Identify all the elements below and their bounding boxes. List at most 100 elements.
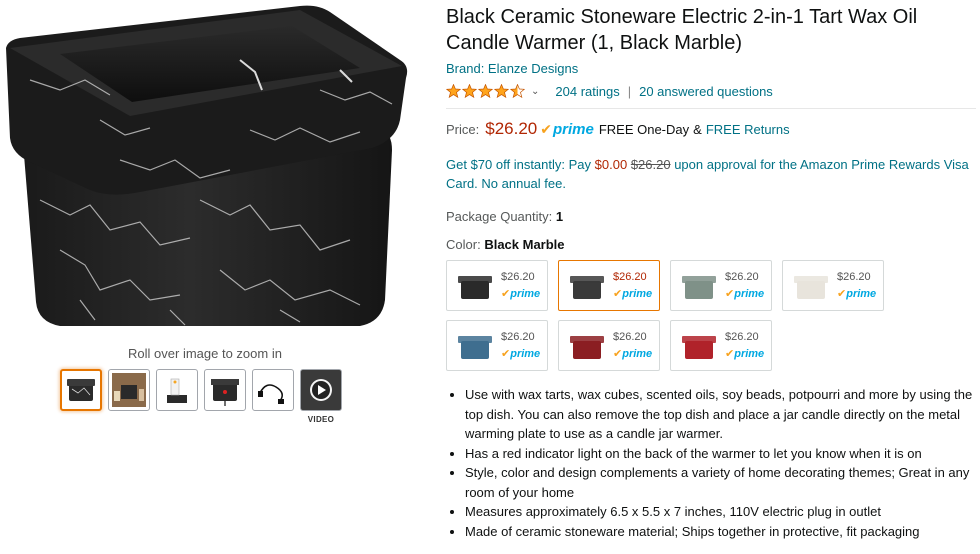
swatch-info: $26.20 ✔prime [725,329,764,363]
swatch-prime-label: prime [510,347,541,360]
package-quantity-value: 1 [555,209,564,224]
prime-check-icon: ✔ [501,287,511,300]
thumbnail-strip: VIDEO [60,369,342,424]
swatch-info: $26.20 ✔prime [501,269,540,303]
color-value: Black Marble [484,237,565,252]
swatch-price: $26.20 [613,270,647,283]
swatch-price: $26.20 [501,270,535,283]
power-cord-icon [258,384,284,404]
ampersand: & [693,122,702,137]
swatch-prime-label: prime [846,287,877,300]
swatch-price: $26.20 [501,330,535,343]
color-swatch[interactable]: $26.20 ✔prime [446,260,548,311]
color-swatch[interactable]: $26.20 ✔prime [670,260,772,311]
swatch-prime-badge: ✔prime [725,286,764,303]
prime-check-icon: ✔ [837,287,847,300]
swatch-prime-badge: ✔prime [837,286,876,303]
swatch-price: $26.20 [725,330,759,343]
rating-row: ⌄ 204 ratings | 20 answered questions [446,82,976,100]
swatch-info: $26.20 ✔prime [501,329,540,363]
prime-check-icon: ✔ [613,347,623,360]
prime-logo: ✔ prime [540,121,594,138]
swatch-price: $26.20 [725,270,759,283]
feature-bullet: Measures approximately 6.5 x 5.5 x 7 inc… [465,502,976,522]
separator: | [627,83,632,99]
promo-struck-amount: $26.20 [630,157,671,172]
credit-card-promo[interactable]: Get $70 off instantly: Pay $0.00 $26.20 … [446,155,976,193]
swatch-info: $26.20 ✔prime [837,269,876,303]
feature-bullet: Use with wax tarts, wax cubes, scented o… [465,385,976,444]
prime-check-icon: ✔ [613,287,623,300]
prime-check-icon: ✔ [540,121,552,137]
color-selection: Color: Black Marble [446,237,976,252]
color-swatch[interactable]: $26.20 ✔prime [558,320,660,371]
star-rating[interactable] [446,84,525,98]
lit-candle-thumb-icon [167,378,187,403]
ratings-link[interactable]: 204 ratings [555,84,619,99]
swatch-product-icon [458,275,492,299]
swatch-info: $26.20 ✔prime [613,269,652,303]
thumbnail-black-marble-warmer[interactable] [60,369,102,411]
thumbnail-warmer-lit-candle[interactable] [156,369,198,411]
star-full-icon [462,84,477,98]
prime-check-icon: ✔ [725,347,735,360]
color-swatch[interactable]: $26.20 ✔prime [446,320,548,371]
swatch-prime-label: prime [622,347,653,360]
color-label: Color: [446,237,481,252]
divider [446,108,976,109]
swatch-price: $26.20 [613,330,647,343]
swatch-prime-label: prime [734,347,765,360]
price-row: Price: $26.20 ✔ prime FREE One-Day & FREE… [446,119,976,139]
price-label: Price: [446,122,480,137]
swatch-prime-label: prime [510,287,541,300]
thumbnail-warmer-with-candles[interactable] [108,369,150,411]
product-title: Black Ceramic Stoneware Electric 2-in-1 … [446,6,918,54]
swatch-product-icon [682,335,716,359]
main-product-image[interactable] [0,0,412,345]
star-full-icon [446,84,461,98]
swatch-prime-badge: ✔prime [725,346,764,363]
star-full-icon [494,84,509,98]
video-thumb[interactable] [300,369,342,411]
feature-bullets: Use with wax tarts, wax cubes, scented o… [446,385,976,541]
feature-bullet: Style, color and design complements a va… [465,463,976,502]
swatch-product-icon [794,275,828,299]
promo-text-1: Get $70 off instantly: Pay [446,157,592,172]
product-details: Black Ceramic Stoneware Electric 2-in-1 … [446,4,976,554]
answered-questions-link[interactable]: 20 answered questions [639,84,773,99]
free-returns-link[interactable]: FREE Returns [706,122,790,137]
color-swatch[interactable]: $26.20 ✔prime [670,320,772,371]
swatch-product-icon [682,275,716,299]
free-one-day-text: FREE One-Day [598,122,690,137]
thumbnail-warmer-back-view[interactable] [204,369,246,411]
swatch-prime-label: prime [734,287,765,300]
swatch-prime-badge: ✔prime [501,286,540,303]
video-label: VIDEO [307,415,335,424]
swatch-product-icon [570,335,604,359]
promo-pay-amount: $0.00 [594,157,628,172]
zoom-hint: Roll over image to zoom in [128,346,282,361]
feature-bullet: Has a red indicator light on the back of… [465,444,976,464]
swatch-product-icon [458,335,492,359]
package-quantity-label: Package Quantity: [446,209,553,224]
warmer-thumb-icon [67,379,95,401]
price-value: $26.20 [485,119,538,138]
warmer-candles-thumb-icon [112,373,146,407]
swatch-prime-label: prime [622,287,653,300]
thumbnail-power-cord[interactable] [252,369,294,411]
swatch-product-icon [570,275,604,299]
prime-check-icon: ✔ [501,347,511,360]
feature-bullet: Made of ceramic stoneware material; Ship… [465,522,976,542]
brand-link[interactable]: Brand: Elanze Designs [446,61,578,76]
color-swatch[interactable]: $26.20 ✔prime [782,260,884,311]
color-swatches: $26.20 ✔prime $26.20 ✔prime $26.20 ✔prime $26.… [446,260,976,371]
chevron-down-icon[interactable]: ⌄ [531,86,539,97]
color-swatch[interactable]: $26.20 ✔prime [558,260,660,311]
thumbnail-video[interactable]: VIDEO [300,369,342,424]
prime-check-icon: ✔ [725,287,735,300]
star-half-icon [510,84,525,98]
play-icon [310,379,332,401]
star-full-icon [478,84,493,98]
swatch-info: $26.20 ✔prime [725,269,764,303]
swatch-prime-badge: ✔prime [501,346,540,363]
